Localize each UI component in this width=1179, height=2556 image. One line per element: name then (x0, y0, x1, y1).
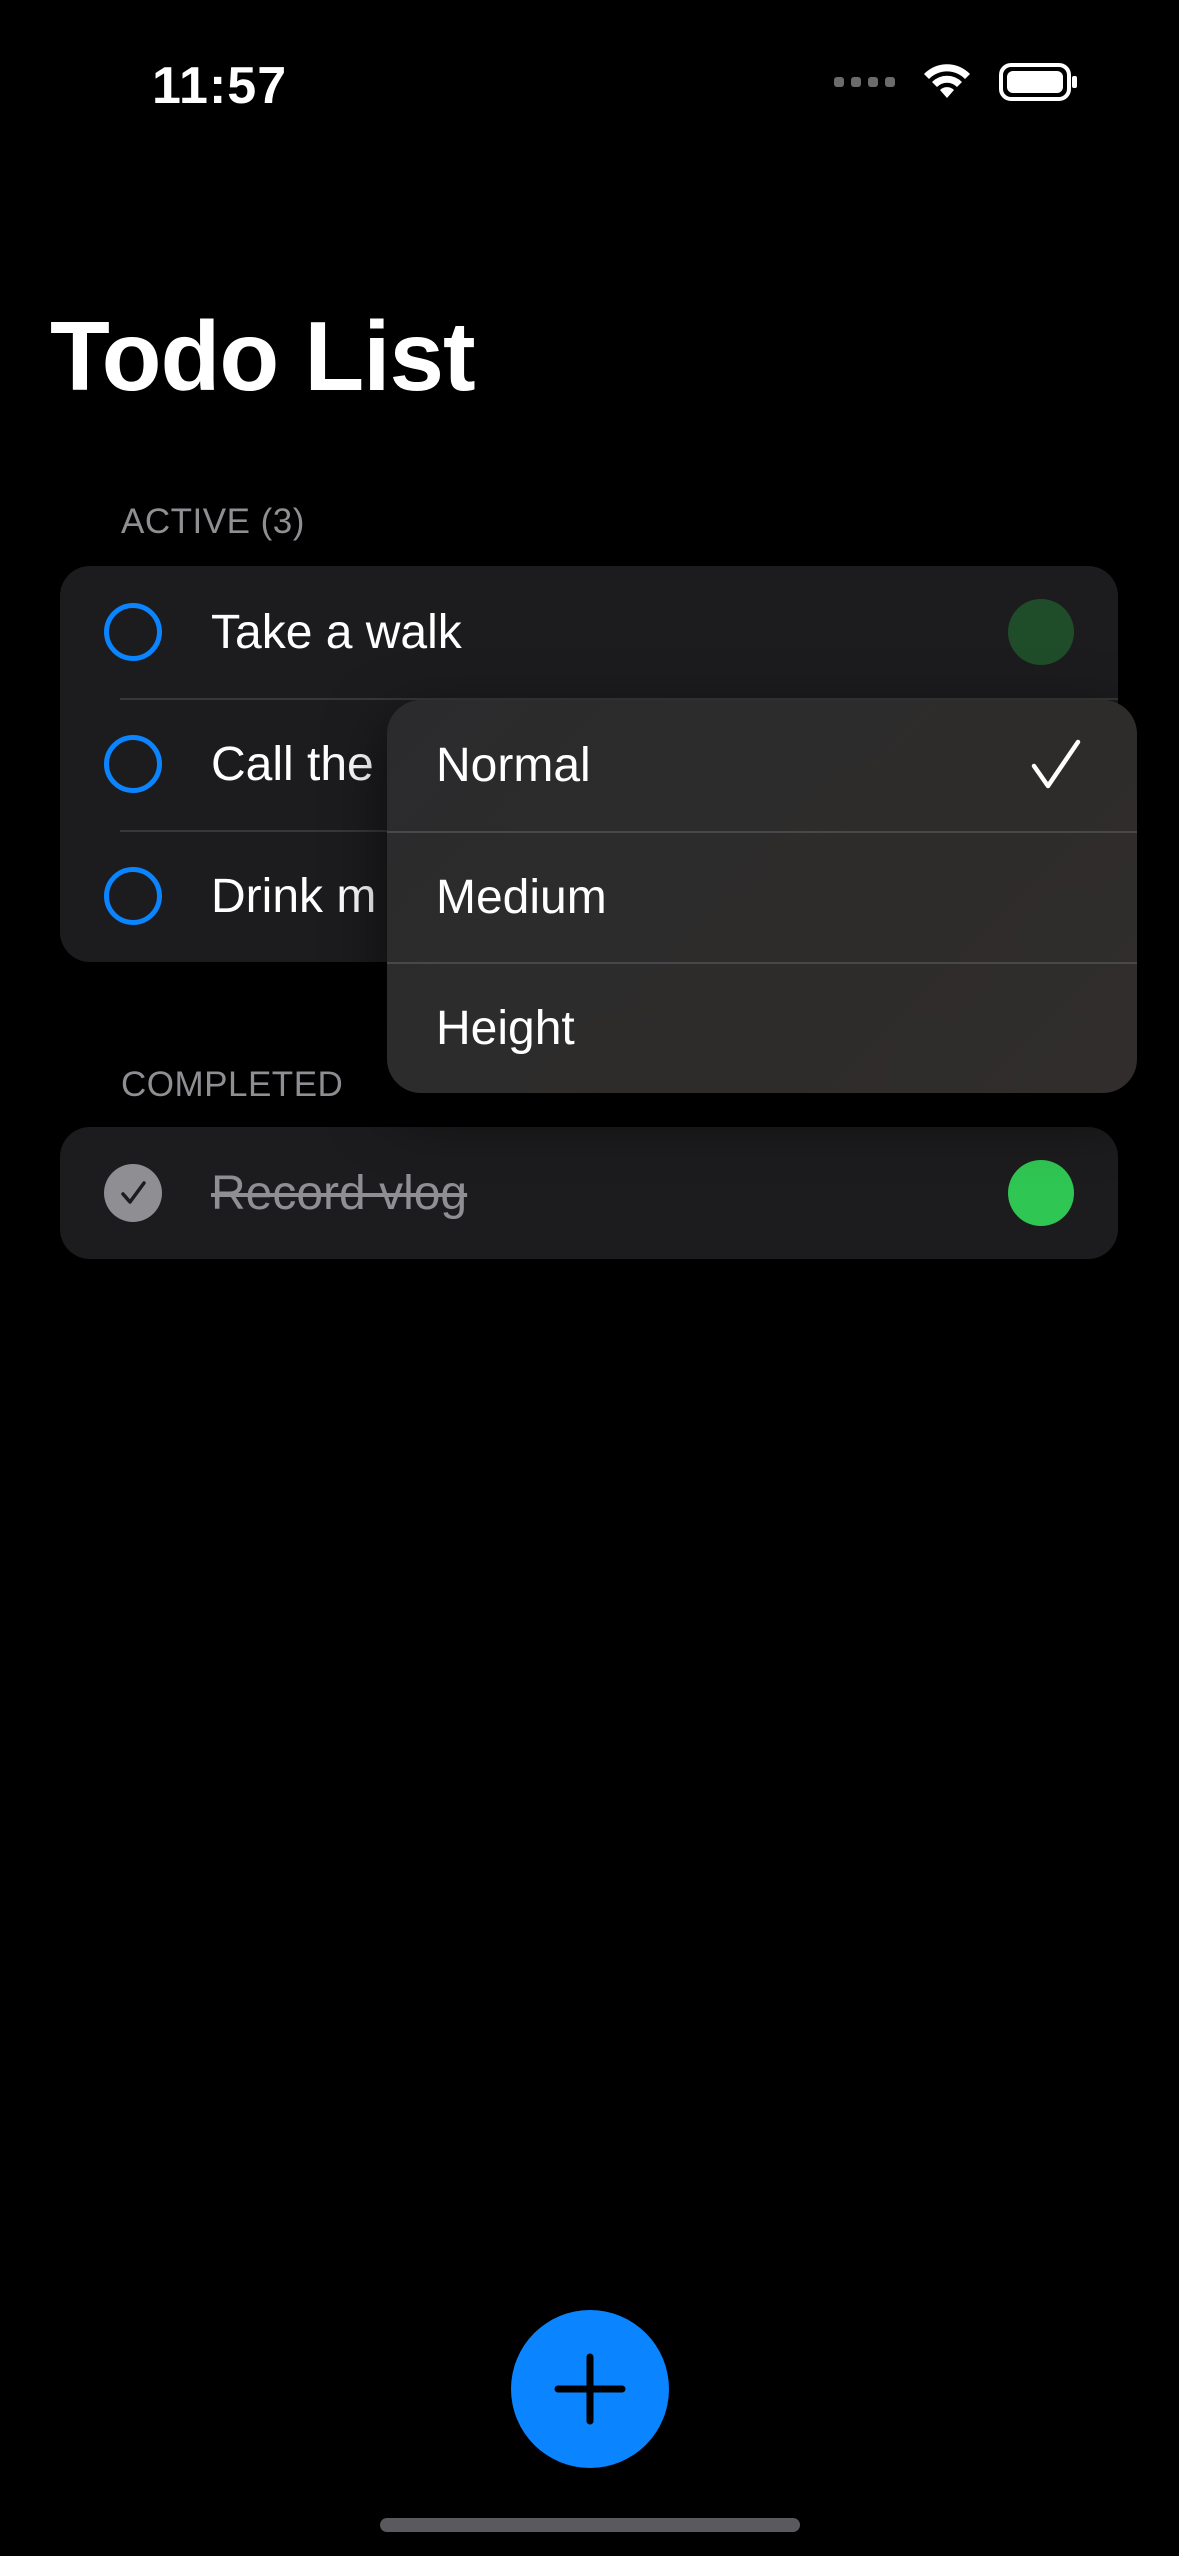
menu-item-normal[interactable]: Normal (387, 700, 1137, 831)
todo-label: Drink m (211, 869, 377, 923)
add-todo-button[interactable] (511, 2310, 669, 2468)
plus-icon (554, 2353, 626, 2425)
completed-section-header: COMPLETED (121, 1065, 344, 1104)
todo-row[interactable]: Take a walk (60, 566, 1118, 698)
cellular-signal-icon (834, 77, 895, 87)
battery-icon (999, 63, 1077, 101)
menu-item-label: Normal (436, 739, 591, 792)
todo-label: Record vlog (211, 1166, 468, 1220)
menu-item-medium[interactable]: Medium (387, 831, 1137, 962)
checkmark-icon (121, 1181, 146, 1204)
menu-item-label: Medium (436, 871, 607, 924)
completed-list: Record vlog (60, 1127, 1118, 1259)
home-indicator[interactable] (380, 2518, 800, 2532)
page-title: Todo List (50, 301, 476, 411)
menu-item-label: Height (436, 1002, 575, 1055)
complete-toggle-circle[interactable] (104, 603, 162, 661)
status-icons (834, 62, 1079, 102)
menu-item-height[interactable]: Height (387, 962, 1137, 1093)
priority-menu: Normal Medium Height (387, 700, 1137, 1093)
status-time: 11:57 (152, 57, 288, 115)
active-section-header: ACTIVE (3) (121, 502, 305, 541)
checkmark-icon (1031, 739, 1081, 789)
todo-row[interactable]: Record vlog (60, 1127, 1118, 1259)
todo-label: Take a walk (211, 605, 462, 659)
priority-dot[interactable] (1008, 1160, 1074, 1226)
complete-toggle-circle[interactable] (104, 735, 162, 793)
complete-toggle-circle[interactable] (104, 867, 162, 925)
wifi-icon (924, 64, 970, 98)
todo-label: Call the (211, 737, 374, 791)
completed-toggle[interactable] (104, 1164, 162, 1222)
priority-dot[interactable] (1008, 599, 1074, 665)
